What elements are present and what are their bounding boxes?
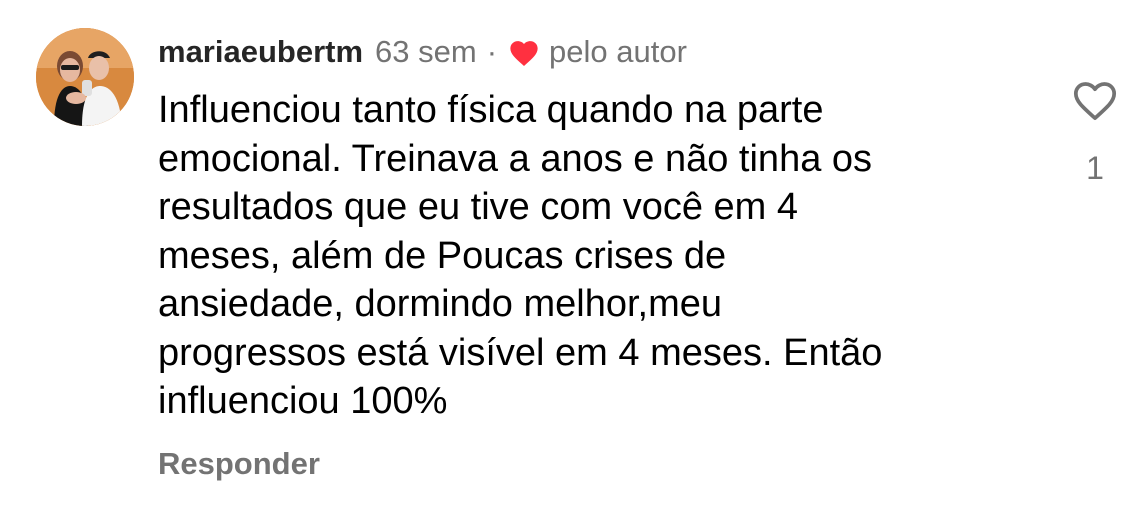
avatar[interactable] bbox=[36, 28, 134, 126]
avatar-image bbox=[36, 28, 134, 126]
comment-text: Influenciou tanto física quando na parte… bbox=[158, 89, 883, 422]
separator-dot: · bbox=[486, 34, 498, 69]
timestamp: 63 sem bbox=[375, 34, 477, 69]
heart-filled-icon bbox=[510, 41, 538, 67]
liked-by-author-label: pelo autor bbox=[549, 34, 687, 69]
comment-header: mariaeubertm 63 sem · pelo autor bbox=[158, 30, 687, 74]
username-link[interactable]: mariaeubertm bbox=[158, 34, 363, 70]
reply-button[interactable]: Responder bbox=[158, 446, 320, 482]
comment-item: mariaeubertm 63 sem · pelo autor Influen… bbox=[0, 0, 1144, 512]
heart-outline-icon[interactable] bbox=[1070, 76, 1120, 122]
like-count: 1 bbox=[1086, 150, 1104, 186]
